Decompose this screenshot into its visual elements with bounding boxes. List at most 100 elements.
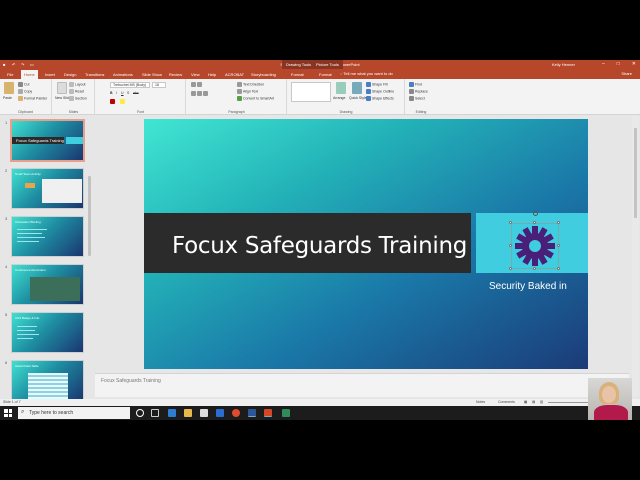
- shapes-gallery[interactable]: [291, 82, 331, 102]
- align-text-button[interactable]: Align Text: [237, 89, 258, 94]
- chrome-icon[interactable]: [232, 409, 240, 417]
- taskbar-search[interactable]: ⌕ Type here to search: [18, 407, 130, 419]
- task-view-icon[interactable]: [151, 409, 159, 417]
- notes-pane[interactable]: Focux Safeguards Training: [95, 373, 629, 397]
- select-button[interactable]: Select: [409, 96, 425, 101]
- zoom-slider[interactable]: [548, 402, 588, 403]
- tab-view[interactable]: View: [188, 70, 203, 79]
- highlight-button[interactable]: [120, 99, 126, 104]
- tab-acrobat[interactable]: ACROBAT: [222, 70, 247, 79]
- reading-view-icon[interactable]: ▥: [540, 400, 543, 404]
- underline-button[interactable]: U: [121, 91, 124, 95]
- thumbnails-scrollbar[interactable]: [88, 176, 91, 256]
- store-icon[interactable]: [200, 409, 208, 417]
- word-icon[interactable]: [248, 409, 256, 417]
- resize-handle[interactable]: [533, 221, 536, 224]
- tab-home[interactable]: Home: [21, 70, 38, 79]
- new-slide-icon[interactable]: [57, 82, 67, 94]
- resize-handle[interactable]: [509, 244, 512, 247]
- cut-button[interactable]: Cut: [18, 82, 29, 87]
- convert-smartart-button[interactable]: Convert to SmartArt: [237, 96, 274, 101]
- find-icon: [409, 82, 414, 87]
- find-button[interactable]: Find: [409, 82, 422, 87]
- paste-button[interactable]: Paste: [3, 96, 12, 100]
- tab-design[interactable]: Design: [61, 70, 79, 79]
- paragraph-label: Paragraph: [228, 110, 245, 114]
- copy-button[interactable]: Copy: [18, 89, 32, 94]
- slide-thumbnail-4[interactable]: Conference Reminders: [11, 264, 84, 305]
- slide-thumbnail-5[interactable]: AHS Badge & Info: [11, 312, 84, 353]
- layout-button[interactable]: Layout: [69, 82, 86, 87]
- slide-canvas[interactable]: Focux Safeguards Training Security Baked…: [144, 119, 588, 369]
- section-button[interactable]: Section: [69, 96, 87, 101]
- app-icon[interactable]: [282, 409, 290, 417]
- shape-effects-button[interactable]: Shape Effects: [366, 96, 394, 101]
- sorter-view-icon[interactable]: ▤: [532, 400, 535, 404]
- slide-scrollbar[interactable]: [632, 116, 639, 396]
- tab-format-drawing[interactable]: Format: [288, 70, 307, 79]
- slide-title[interactable]: Focux Safeguards Training: [172, 233, 467, 259]
- italic-button[interactable]: I: [116, 91, 117, 95]
- slide-thumbnail-6[interactable]: Award Data Table: [11, 360, 84, 401]
- thumbnail-number: 2: [5, 168, 8, 173]
- replace-button[interactable]: Replace: [409, 89, 428, 94]
- slide-thumbnail-3[interactable]: Orientation Briefing: [11, 216, 84, 257]
- tell-me-search[interactable]: ◌ Tell me what you want to do: [340, 71, 393, 76]
- font-size-select[interactable]: 18: [152, 82, 166, 88]
- comments-toggle[interactable]: Comments: [498, 400, 515, 404]
- align-buttons[interactable]: [191, 91, 209, 96]
- quick-styles-icon[interactable]: [352, 82, 362, 94]
- windows-start-icon[interactable]: [4, 409, 12, 417]
- user-name[interactable]: Kelly Henner: [552, 62, 575, 67]
- notes-toggle[interactable]: Notes: [476, 400, 485, 404]
- tab-storyboarding[interactable]: Storyboarding: [248, 70, 279, 79]
- tab-format-picture[interactable]: Format: [316, 70, 335, 79]
- edge-icon[interactable]: [168, 409, 176, 417]
- rotate-handle[interactable]: [533, 211, 538, 216]
- scrollbar-thumb[interactable]: [634, 128, 637, 218]
- tab-insert[interactable]: Insert: [42, 70, 58, 79]
- reset-button[interactable]: Reset: [69, 89, 84, 94]
- shape-fill-button[interactable]: Shape Fill: [366, 82, 388, 87]
- minimize-icon[interactable]: –: [602, 61, 605, 67]
- resize-handle[interactable]: [533, 267, 536, 270]
- share-button[interactable]: Share: [621, 71, 632, 76]
- text-direction-button[interactable]: Text Direction: [237, 82, 264, 87]
- resize-handle[interactable]: [557, 267, 560, 270]
- normal-view-icon[interactable]: ▦: [524, 400, 527, 404]
- resize-handle[interactable]: [509, 221, 512, 224]
- file-explorer-icon[interactable]: [184, 409, 192, 417]
- shadow-button[interactable]: S: [127, 91, 129, 95]
- tab-slide-show[interactable]: Slide Show: [139, 70, 165, 79]
- powerpoint-icon[interactable]: [264, 409, 272, 417]
- tab-transitions[interactable]: Transitions: [82, 70, 107, 79]
- close-icon[interactable]: ✕: [632, 61, 636, 67]
- slide-thumbnail-1[interactable]: Focux Safeguards Training: [10, 119, 85, 162]
- tab-help[interactable]: Help: [205, 70, 219, 79]
- arrange-button[interactable]: Arrange: [333, 96, 345, 100]
- bold-button[interactable]: B: [110, 91, 113, 95]
- font-name-select[interactable]: Trebuchet MS (Body): [110, 82, 150, 88]
- maximize-icon[interactable]: □: [617, 61, 620, 67]
- tab-animations[interactable]: Animations: [110, 70, 136, 79]
- resize-handle[interactable]: [509, 267, 512, 270]
- tab-review[interactable]: Review: [166, 70, 185, 79]
- slide-thumbnail-2[interactable]: Small Team Activity: [11, 168, 84, 209]
- cortana-icon[interactable]: [136, 409, 144, 417]
- mail-icon[interactable]: [216, 409, 224, 417]
- tab-file[interactable]: File: [4, 70, 16, 79]
- format-painter-button[interactable]: Format Painter: [18, 96, 47, 101]
- resize-handle[interactable]: [557, 221, 560, 224]
- slide-subtitle[interactable]: Security Baked in: [489, 281, 567, 292]
- group-slides: New Slide Layout Reset Section Slides: [53, 79, 95, 115]
- shape-outline-button[interactable]: Shape Outline: [366, 89, 394, 94]
- paste-icon[interactable]: [4, 82, 14, 94]
- thumbnail-title: Orientation Briefing: [15, 220, 41, 224]
- strikethrough-button[interactable]: abc: [133, 91, 139, 95]
- bullets-button[interactable]: [191, 82, 203, 87]
- resize-handle[interactable]: [557, 244, 560, 247]
- font-color-button[interactable]: [110, 99, 116, 104]
- arrange-icon[interactable]: [336, 82, 346, 94]
- thumbnail-photo: [42, 179, 82, 203]
- notes-text[interactable]: Focux Safeguards Training: [101, 378, 161, 384]
